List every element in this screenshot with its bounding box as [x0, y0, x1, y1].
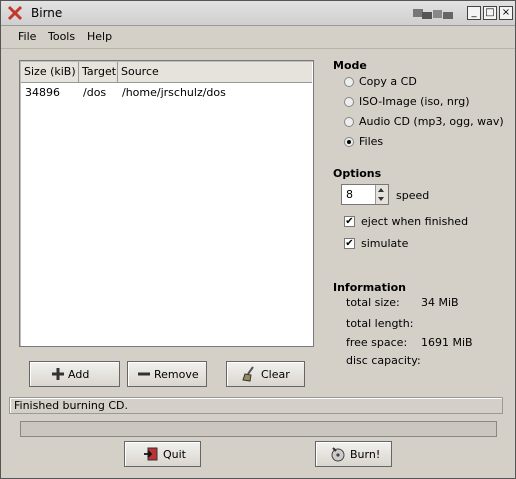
birne-window: Birne _ □ × File Tools Help Size (kiB) T… — [0, 0, 516, 479]
add-button[interactable]: Add — [29, 361, 120, 387]
radio-iso-image[interactable] — [344, 97, 354, 107]
burn-disc-icon — [331, 447, 345, 462]
remove-button-label: Remove — [154, 368, 199, 381]
title-bar[interactable]: Birne _ □ × — [1, 1, 515, 26]
row-target: /dos — [83, 86, 107, 99]
speed-value[interactable]: 8 — [346, 188, 353, 201]
menu-tools[interactable]: Tools — [48, 30, 75, 43]
row-source: /home/jrschulz/dos — [122, 86, 226, 99]
disc-capacity-label: disc capacity: — [346, 354, 421, 367]
row-size: 34896 — [25, 86, 60, 99]
simulate-checkbox[interactable]: ✔ — [344, 238, 355, 249]
status-bar: Finished burning CD. — [9, 397, 503, 414]
file-list-header: Size (kiB) Target Source — [21, 62, 312, 83]
file-list[interactable]: Size (kiB) Target Source 34896 /dos /hom… — [19, 60, 314, 347]
remove-button[interactable]: Remove — [127, 361, 207, 387]
maximize-button[interactable]: □ — [483, 6, 497, 20]
total-size-value: 34 MiB — [421, 296, 459, 309]
label-iso-image[interactable]: ISO-Image (iso, nrg) — [359, 95, 469, 108]
speed-spinbox[interactable]: 8 — [341, 184, 389, 205]
progress-bar — [20, 421, 497, 437]
free-space-label: free space: — [346, 336, 408, 349]
total-size-label: total size: — [346, 296, 400, 309]
menu-file[interactable]: File — [18, 30, 36, 43]
spin-down-icon[interactable] — [378, 197, 384, 201]
total-length-label: total length: — [346, 317, 414, 330]
menu-help[interactable]: Help — [87, 30, 112, 43]
eject-checkbox[interactable]: ✔ — [344, 216, 355, 227]
burn-button-label: Burn! — [350, 448, 381, 461]
radio-copy-cd[interactable] — [344, 77, 354, 87]
column-header-size[interactable]: Size (kiB) — [21, 62, 79, 82]
add-button-label: Add — [68, 368, 90, 381]
desktop-pager-icon[interactable] — [411, 7, 455, 21]
mode-heading: Mode — [333, 59, 367, 72]
eject-label[interactable]: eject when finished — [361, 215, 468, 228]
radio-files[interactable] — [344, 137, 354, 147]
simulate-label[interactable]: simulate — [361, 237, 408, 250]
radio-audio-cd[interactable] — [344, 117, 354, 127]
quit-button-label: Quit — [163, 448, 186, 461]
broom-icon — [242, 366, 254, 382]
exit-door-icon — [144, 447, 158, 461]
column-header-target[interactable]: Target — [79, 62, 118, 82]
close-button[interactable]: × — [499, 6, 513, 20]
plus-icon — [52, 368, 64, 380]
status-text: Finished burning CD. — [14, 399, 128, 412]
quit-button[interactable]: Quit — [124, 441, 201, 467]
free-space-value: 1691 MiB — [421, 336, 473, 349]
table-row[interactable]: 34896 /dos /home/jrschulz/dos — [21, 83, 312, 101]
column-header-source[interactable]: Source — [118, 62, 311, 82]
menu-bar: File Tools Help — [1, 26, 515, 49]
clear-button[interactable]: Clear — [226, 361, 305, 387]
label-files[interactable]: Files — [359, 135, 383, 148]
birne-x-icon[interactable] — [7, 5, 23, 21]
speed-stepper[interactable] — [375, 185, 388, 204]
options-heading: Options — [333, 167, 382, 180]
label-copy-cd[interactable]: Copy a CD — [359, 75, 417, 88]
spin-up-icon[interactable] — [378, 188, 384, 192]
information-heading: Information — [333, 281, 406, 294]
clear-button-label: Clear — [261, 368, 290, 381]
minus-icon — [138, 372, 150, 376]
minimize-button[interactable]: _ — [467, 6, 481, 20]
label-audio-cd[interactable]: Audio CD (mp3, ogg, wav) — [359, 115, 504, 128]
burn-button[interactable]: Burn! — [315, 441, 392, 467]
speed-label: speed — [396, 189, 430, 202]
window-title: Birne — [31, 6, 63, 20]
